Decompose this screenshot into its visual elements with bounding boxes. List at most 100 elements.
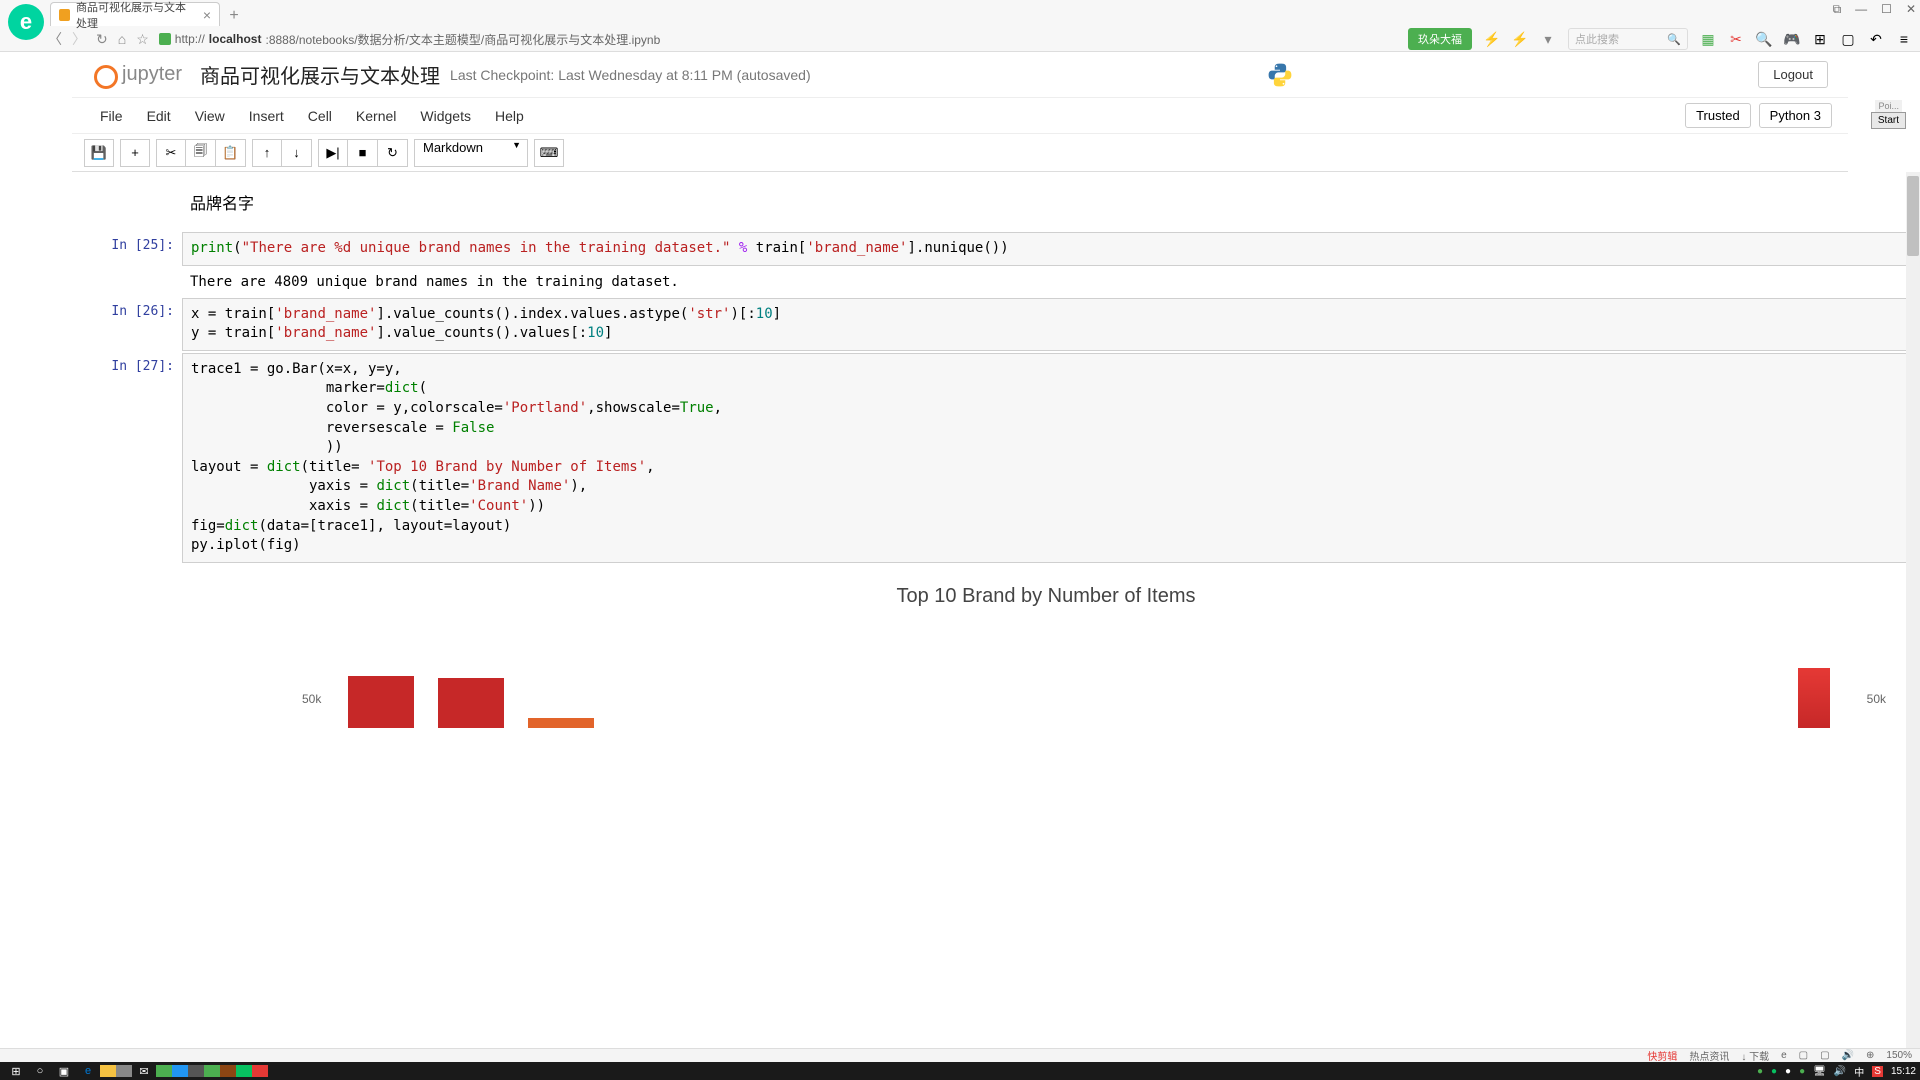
paste-button[interactable]: 📋 — [216, 139, 246, 167]
tab-bar: e 商品可视化展示与文本处理 × + — [0, 0, 1920, 26]
add-cell-button[interactable]: + — [120, 139, 150, 167]
code-cell-25[interactable]: In [25]: print("There are %d unique bran… — [72, 232, 1910, 266]
colorbar — [1798, 668, 1830, 728]
chart-bar-1 — [348, 676, 414, 728]
jupyter-logo-icon — [92, 63, 116, 87]
explorer-icon[interactable] — [100, 1065, 116, 1077]
menu-help[interactable]: Help — [483, 102, 536, 130]
bottom-icon-3[interactable]: 🔊 — [1842, 1050, 1854, 1061]
jupyter-logo[interactable]: jupyter — [92, 63, 182, 87]
plotly-chart[interactable]: Top 10 Brand by Number of Items 50k 50k — [182, 565, 1910, 728]
tray-sogou-icon[interactable]: S — [1872, 1066, 1883, 1077]
kernel-indicator[interactable]: Python 3 — [1759, 103, 1832, 128]
scissors-icon[interactable]: ✂ — [1728, 31, 1744, 47]
app7-icon[interactable] — [252, 1065, 268, 1077]
nav-forward-icon[interactable]: 〉 — [72, 29, 86, 49]
restart-button[interactable]: ↻ — [378, 139, 408, 167]
taskbar-clock[interactable]: 15:12 — [1891, 1066, 1916, 1077]
bottom-item-1[interactable]: 快剪辑 — [1647, 1048, 1677, 1063]
tray-ime-icon[interactable]: 中 — [1854, 1064, 1864, 1079]
taskview-icon[interactable]: ▣ — [52, 1063, 76, 1079]
app3-icon[interactable] — [188, 1065, 204, 1077]
url-field[interactable]: http://localhost:8888/notebooks/数据分析/文本主… — [159, 31, 661, 48]
move-down-button[interactable]: ↓ — [282, 139, 312, 167]
menu-cell[interactable]: Cell — [296, 102, 344, 130]
code-input-26[interactable]: x = train['brand_name'].value_counts().i… — [182, 298, 1910, 351]
save-button[interactable]: 💾 — [84, 139, 114, 167]
edge-taskbar-icon[interactable]: e — [76, 1063, 100, 1079]
code-input-27[interactable]: trace1 = go.Bar(x=x, y=y, marker=dict( c… — [182, 353, 1910, 563]
gamepad-icon[interactable]: 🎮 — [1784, 31, 1800, 47]
zoom-level[interactable]: 150% — [1886, 1050, 1912, 1061]
nav-back-icon[interactable]: 〈 — [48, 29, 62, 49]
code-input-25[interactable]: print("There are %d unique brand names i… — [182, 232, 1910, 266]
notebook-title[interactable]: 商品可视化展示与文本处理 — [200, 60, 440, 89]
share-icon[interactable]: ⚡ — [1484, 31, 1500, 47]
menu-edit[interactable]: Edit — [135, 102, 183, 130]
dropdown-icon[interactable]: ▾ — [1540, 31, 1556, 47]
ext1-icon[interactable]: ▦ — [1700, 31, 1716, 47]
bolt-icon[interactable]: ⚡ — [1512, 31, 1528, 47]
cell-type-select[interactable]: Markdown — [414, 139, 528, 167]
bottom-item-2[interactable]: 热点资讯 — [1689, 1048, 1729, 1063]
chart-bar-2 — [438, 678, 504, 728]
undo-icon[interactable]: ↶ — [1868, 31, 1884, 47]
mail-icon[interactable]: ✉ — [132, 1063, 156, 1079]
browser-tab[interactable]: 商品可视化展示与文本处理 × — [50, 2, 220, 26]
menu-icon[interactable]: ≡ — [1896, 31, 1912, 47]
browser-bottom-bar: 快剪辑 热点资讯 ↓ 下载 e ▢ ▢ 🔊 ⊕ 150% — [0, 1048, 1920, 1062]
tray-icon-4[interactable]: ● — [1799, 1066, 1805, 1077]
trusted-indicator[interactable]: Trusted — [1685, 103, 1751, 128]
tab-close-icon[interactable]: × — [203, 7, 211, 23]
tray-icon-3[interactable]: ● — [1785, 1066, 1791, 1077]
browser-search-input[interactable]: 点此搜索 🔍 — [1568, 28, 1688, 50]
cut-button[interactable]: ✂ — [156, 139, 186, 167]
markdown-cell[interactable]: 品牌名字 — [72, 182, 1910, 230]
app4-icon[interactable] — [204, 1065, 220, 1077]
tab-favicon-icon — [59, 9, 70, 21]
scrollbar-track[interactable] — [1906, 172, 1920, 1048]
code-cell-27[interactable]: In [27]: trace1 = go.Bar(x=x, y=y, marke… — [72, 353, 1910, 563]
logout-button[interactable]: Logout — [1758, 61, 1828, 88]
run-button[interactable]: ▶| — [318, 139, 348, 167]
command-palette-button[interactable]: ⌨ — [534, 139, 564, 167]
copy-button[interactable]: 🗐 — [186, 139, 216, 167]
stop-button[interactable]: ■ — [348, 139, 378, 167]
bottom-item-3[interactable]: ↓ 下载 — [1741, 1048, 1769, 1063]
bottom-item-4[interactable]: e — [1781, 1050, 1787, 1061]
menu-kernel[interactable]: Kernel — [344, 102, 408, 130]
cortana-icon[interactable]: ○ — [28, 1063, 52, 1079]
nav-refresh-icon[interactable]: ↻ — [96, 31, 108, 48]
extension-badge[interactable]: 玖朵大福 — [1408, 28, 1472, 50]
bottom-icon-1[interactable]: ▢ — [1799, 1050, 1808, 1061]
app2-icon[interactable] — [172, 1065, 188, 1077]
nav-favorite-icon[interactable]: ☆ — [136, 31, 149, 48]
tray-icon-2[interactable]: ● — [1771, 1066, 1777, 1077]
bottom-icon-4[interactable]: ⊕ — [1866, 1050, 1874, 1061]
menu-insert[interactable]: Insert — [237, 102, 296, 130]
tray-monitor-icon[interactable]: 🖥 — [1813, 1066, 1826, 1077]
device-icon[interactable]: ▢ — [1840, 31, 1856, 47]
notebook-container[interactable]: 品牌名字 In [25]: print("There are %d unique… — [72, 172, 1910, 1050]
code-cell-26[interactable]: In [26]: x = train['brand_name'].value_c… — [72, 298, 1910, 351]
app1-icon[interactable] — [156, 1065, 172, 1077]
new-tab-button[interactable]: + — [224, 6, 244, 26]
tray-volume-icon[interactable]: 🔊 — [1834, 1066, 1846, 1077]
store-icon[interactable] — [116, 1065, 132, 1077]
menu-file[interactable]: File — [88, 102, 135, 130]
nav-home-icon[interactable]: ⌂ — [118, 31, 126, 47]
move-up-button[interactable]: ↑ — [252, 139, 282, 167]
scrollbar-thumb[interactable] — [1907, 176, 1919, 256]
grid-icon[interactable]: ⊞ — [1812, 31, 1828, 47]
menu-widgets[interactable]: Widgets — [408, 102, 483, 130]
menu-bar: File Edit View Insert Cell Kernel Widget… — [72, 98, 1848, 134]
ext3-icon[interactable]: 🔍 — [1756, 31, 1772, 47]
bottom-icon-2[interactable]: ▢ — [1820, 1050, 1829, 1061]
browser-logo-icon[interactable]: e — [8, 4, 44, 40]
menu-view[interactable]: View — [183, 102, 237, 130]
start-menu-icon[interactable]: ⊞ — [4, 1063, 28, 1079]
start-button[interactable]: Start — [1871, 112, 1906, 129]
wechat-icon[interactable] — [236, 1065, 252, 1077]
tray-icon-1[interactable]: ● — [1757, 1066, 1763, 1077]
app5-icon[interactable] — [220, 1065, 236, 1077]
